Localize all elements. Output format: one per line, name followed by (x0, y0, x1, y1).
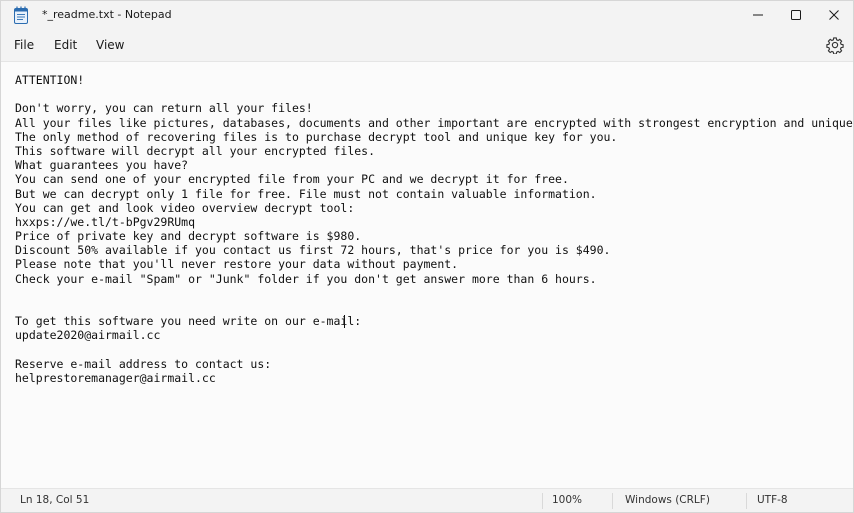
editor-line: You can get and look video overview decr… (15, 200, 355, 215)
status-zoom[interactable]: 100% (552, 494, 582, 506)
editor-line: Reserve e-mail address to contact us: (15, 356, 272, 371)
text-caret (344, 315, 345, 328)
editor-line: Price of private key and decrypt softwar… (15, 229, 362, 244)
editor-line: hxxps://we.tl/t-bPgv29RUmq (15, 214, 196, 229)
title-bar[interactable]: *_readme.txt - Notepad (1, 1, 853, 29)
editor-line: Don't worry, you can return all your fil… (15, 101, 313, 116)
status-cursor-position: Ln 18, Col 51 (20, 494, 90, 506)
editor-line: What guarantees you have? (15, 158, 189, 173)
editor-line: But we can decrypt only 1 file for free.… (15, 186, 597, 201)
editor-line: The only method of recovering files is t… (15, 129, 618, 144)
minimize-button[interactable] (739, 1, 777, 29)
editor-line: To get this software you need write on o… (15, 314, 362, 329)
window-title: *_readme.txt - Notepad (42, 8, 172, 21)
menu-view[interactable]: View (94, 35, 126, 55)
maximize-icon (791, 10, 801, 20)
status-divider (612, 493, 613, 509)
minimize-icon (753, 14, 763, 16)
menu-file[interactable]: File (12, 35, 36, 55)
menu-bar: File Edit View (1, 31, 853, 59)
menu-edit[interactable]: Edit (52, 35, 79, 55)
editor-line: update2020@airmail.cc (15, 328, 161, 343)
close-button[interactable] (815, 1, 853, 29)
status-encoding[interactable]: UTF-8 (757, 494, 788, 506)
editor-line: ATTENTION! (15, 73, 85, 87)
editor-line: Please note that you'll never restore yo… (15, 257, 459, 272)
maximize-button[interactable] (777, 1, 815, 29)
status-bar: Ln 18, Col 51 100% Windows (CRLF) UTF-8 (1, 488, 853, 512)
close-icon (829, 10, 839, 20)
status-divider (746, 493, 747, 509)
text-editor[interactable]: ATTENTION! Don't worry, you can return al… (1, 61, 853, 488)
notepad-window: *_readme.txt - Notepad File Edit View AT… (0, 0, 854, 513)
editor-line: You can send one of your encrypted file … (15, 172, 569, 187)
status-line-ending[interactable]: Windows (CRLF) (625, 494, 710, 506)
editor-line: This software will decrypt all your encr… (15, 143, 376, 158)
editor-line: Discount 50% available if you contact us… (15, 243, 611, 258)
editor-line: helprestoremanager@airmail.cc (15, 370, 216, 385)
gear-icon[interactable] (826, 36, 844, 54)
editor-line: Check your e-mail "Spam" or "Junk" folde… (15, 271, 597, 286)
editor-line: All your files like pictures, databases,… (15, 115, 854, 130)
status-divider (542, 493, 543, 509)
editor-content[interactable]: ATTENTION! Don't worry, you can return al… (15, 73, 854, 385)
notepad-icon (14, 6, 28, 24)
